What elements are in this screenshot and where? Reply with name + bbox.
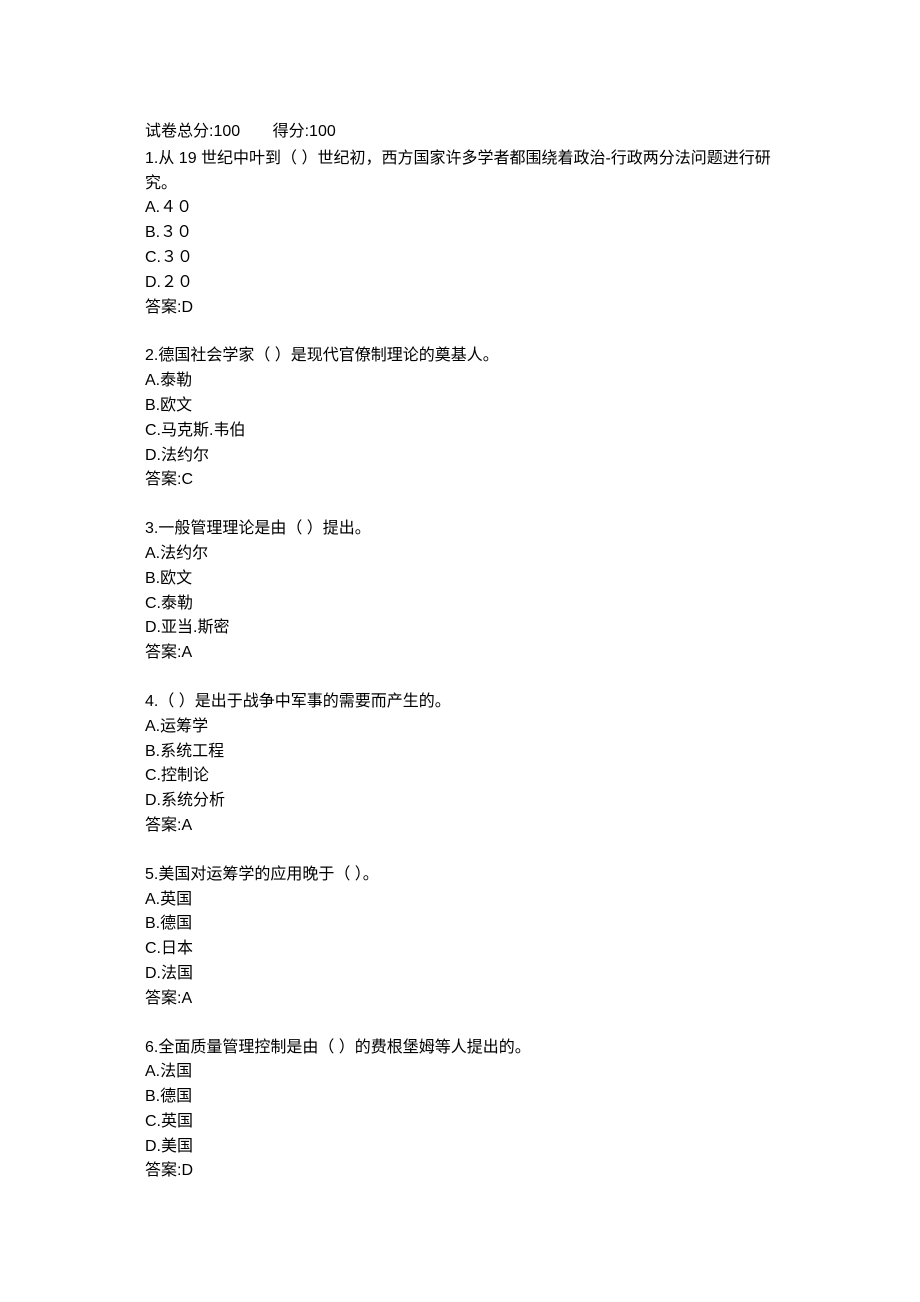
question-option: A.法约尔 bbox=[145, 542, 775, 567]
question-option: B.系统工程 bbox=[145, 740, 775, 765]
question-option: D.法国 bbox=[145, 962, 775, 987]
question-option: D.系统分析 bbox=[145, 789, 775, 814]
question-stem: 1.从 19 世纪中叶到（ ）世纪初，西方国家许多学者都围绕着政治-行政两分法问… bbox=[145, 147, 775, 197]
question-stem: 6.全面质量管理控制是由（ ）的费根堡姆等人提出的。 bbox=[145, 1036, 775, 1061]
question-block: 5.美国对运筹学的应用晚于（ ）。 A.英国 B.德国 C.日本 D.法国 答案… bbox=[145, 863, 775, 1012]
question-answer: 答案:A bbox=[145, 987, 775, 1012]
question-option: D.２０ bbox=[145, 271, 775, 296]
question-option: C.日本 bbox=[145, 937, 775, 962]
question-option: C.泰勒 bbox=[145, 592, 775, 617]
score-header: 试卷总分:100 得分:100 bbox=[145, 120, 775, 145]
question-option: A.４０ bbox=[145, 196, 775, 221]
question-option: C.３０ bbox=[145, 246, 775, 271]
question-answer: 答案:C bbox=[145, 468, 775, 493]
question-option: B.欧文 bbox=[145, 567, 775, 592]
question-block: 2.德国社会学家（ ）是现代官僚制理论的奠基人。 A.泰勒 B.欧文 C.马克斯… bbox=[145, 344, 775, 493]
total-score-label: 试卷总分:100 bbox=[145, 123, 240, 140]
question-stem: 5.美国对运筹学的应用晚于（ ）。 bbox=[145, 863, 775, 888]
question-option: D.美国 bbox=[145, 1135, 775, 1160]
question-option: C.控制论 bbox=[145, 764, 775, 789]
question-block: 6.全面质量管理控制是由（ ）的费根堡姆等人提出的。 A.法国 B.德国 C.英… bbox=[145, 1036, 775, 1185]
question-stem: 3.一般管理理论是由（ ）提出。 bbox=[145, 517, 775, 542]
question-option: B.德国 bbox=[145, 912, 775, 937]
question-block: 4.（ ）是出于战争中军事的需要而产生的。 A.运筹学 B.系统工程 C.控制论… bbox=[145, 690, 775, 839]
question-option: A.泰勒 bbox=[145, 369, 775, 394]
question-option: A.法国 bbox=[145, 1060, 775, 1085]
question-option: A.英国 bbox=[145, 888, 775, 913]
question-option: A.运筹学 bbox=[145, 715, 775, 740]
question-option: B.３０ bbox=[145, 221, 775, 246]
question-answer: 答案:D bbox=[145, 1159, 775, 1184]
question-stem: 2.德国社会学家（ ）是现代官僚制理论的奠基人。 bbox=[145, 344, 775, 369]
question-option: C.马克斯.韦伯 bbox=[145, 419, 775, 444]
question-option: B.德国 bbox=[145, 1085, 775, 1110]
question-answer: 答案:D bbox=[145, 296, 775, 321]
question-answer: 答案:A bbox=[145, 641, 775, 666]
question-stem: 4.（ ）是出于战争中军事的需要而产生的。 bbox=[145, 690, 775, 715]
question-option: C.英国 bbox=[145, 1110, 775, 1135]
question-answer: 答案:A bbox=[145, 814, 775, 839]
question-block: 3.一般管理理论是由（ ）提出。 A.法约尔 B.欧文 C.泰勒 D.亚当.斯密… bbox=[145, 517, 775, 666]
score-label: 得分:100 bbox=[273, 123, 336, 140]
question-option: B.欧文 bbox=[145, 394, 775, 419]
question-option: D.亚当.斯密 bbox=[145, 616, 775, 641]
question-option: D.法约尔 bbox=[145, 444, 775, 469]
